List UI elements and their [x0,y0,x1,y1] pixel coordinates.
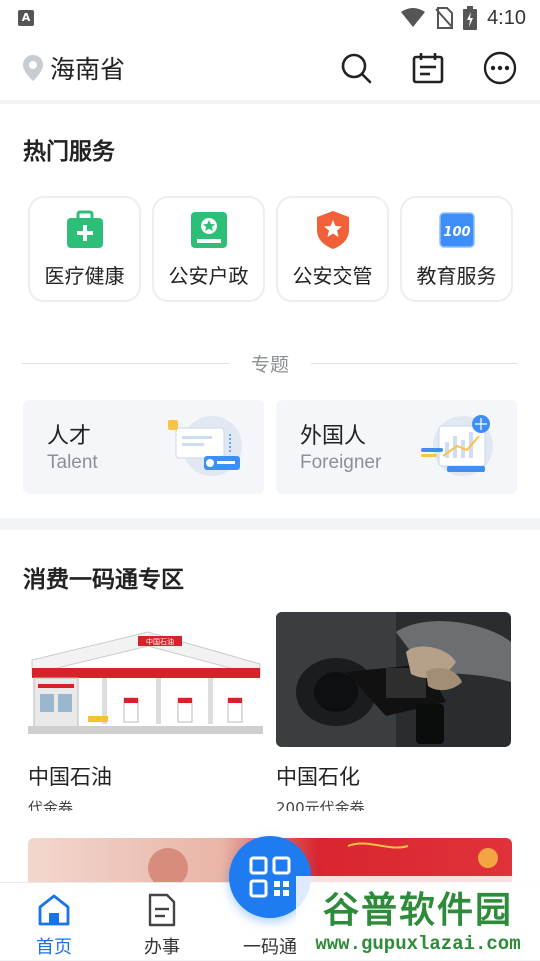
topics-row: 人才 Talent 外国人 Foreigner [23,400,517,494]
promo-subtitle: 200元代金券 [276,799,365,811]
hot-services-card: 热门服务 医疗健康 公安户政 公安交管 100 教育服务 专题 人才 Talen… [0,104,540,518]
status-bar: A 4:10 [0,0,540,36]
promo-sinopec[interactable]: 中国石化 200元代金券 [276,612,511,811]
qr-code-icon [249,856,291,898]
service-traffic[interactable]: 公安交管 [276,196,389,302]
location-pin-icon [23,55,43,81]
location-label: 海南省 [50,55,126,84]
promo-title: 中国石油 [28,765,112,789]
wifi-icon [401,8,426,27]
topic-subtitle: Foreigner [300,452,382,473]
topic-foreigner[interactable]: 外国人 Foreigner [276,400,517,494]
document-icon [148,893,176,927]
svg-text:100: 100 [443,225,470,240]
header: 海南省 [0,36,540,100]
hot-services-grid: 医疗健康 公安户政 公安交管 100 教育服务 [28,196,513,302]
gas-station-image: 中国石油 [28,612,263,747]
home-icon [38,894,70,926]
promo-subtitle: 代金券 [28,799,74,811]
nav-label: 一码通 [243,937,297,958]
battery-charging-icon [463,6,478,30]
service-label: 医疗健康 [44,263,125,288]
talent-illustration-icon [168,416,242,476]
promo-title: 中国石化 [276,765,360,789]
nav-services[interactable]: 办事 [108,883,216,961]
topic-title: 外国人 [300,424,367,449]
watermark: 谷普软件园 www.gupuxlazai.com [296,876,540,960]
consumption-card: 消费一码通专区 中国石油 中国石油 代金券 中国石化 200元代金券 [0,530,540,882]
hot-services-title: 热门服务 [23,139,115,165]
household-icon [190,211,227,248]
no-sim-icon [435,7,454,29]
svg-text:中国石油: 中国石油 [146,637,174,646]
calendar-button[interactable] [410,50,446,86]
topic-subtitle: Talent [47,452,98,473]
promo-petrochina[interactable]: 中国石油 中国石油 代金券 [28,612,263,811]
consumption-title: 消费一码通专区 [23,567,184,593]
nav-home[interactable]: 首页 [0,883,108,961]
medical-kit-icon [66,210,103,248]
nav-label: 办事 [144,937,180,958]
service-label: 公安交管 [292,263,373,288]
status-time: 4:10 [487,6,526,29]
service-label: 公安户政 [168,263,249,288]
education-icon: 100 [438,211,475,248]
calendar-icon [412,53,444,84]
nav-label: 首页 [36,937,72,958]
app-notification-icon: A [18,10,34,26]
topics-divider-label: 专题 [251,354,290,376]
watermark-url: www.gupuxlazai.com [315,933,521,955]
divider-line [22,363,229,364]
divider-line [311,363,519,364]
service-household[interactable]: 公安户政 [152,196,265,302]
search-icon [341,53,372,84]
more-icon [483,51,517,85]
fuel-nozzle-image [276,612,511,747]
search-button[interactable] [338,50,374,86]
topics-divider: 专题 [22,350,519,377]
watermark-title: 谷普软件园 [322,890,513,931]
location-selector[interactable]: 海南省 [22,50,125,86]
more-button[interactable] [482,50,518,86]
topic-talent[interactable]: 人才 Talent [23,400,264,494]
service-education[interactable]: 100 教育服务 [400,196,513,302]
topic-title: 人才 [47,424,92,449]
service-medical[interactable]: 医疗健康 [28,196,141,302]
foreigner-illustration-icon [421,415,493,476]
service-label: 教育服务 [416,263,497,288]
traffic-police-icon [316,210,349,249]
